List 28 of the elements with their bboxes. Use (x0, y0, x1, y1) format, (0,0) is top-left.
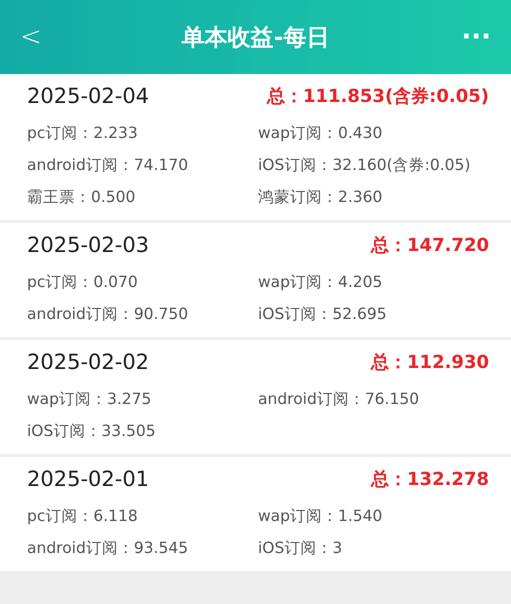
date-label: 2025-02-01 (27, 467, 150, 491)
income-item: pc订阅：2.233 (27, 123, 139, 144)
total-amount: 总：147.720 (371, 234, 489, 257)
income-item: pc订阅：0.070 (27, 272, 139, 293)
income-item: android订阅：93.545 (27, 538, 190, 559)
income-item: iOS订阅：3 (258, 538, 344, 559)
income-item: android订阅：90.750 (27, 304, 190, 325)
date-label: 2025-02-03 (27, 233, 150, 257)
date-label: 2025-02-04 (27, 84, 150, 108)
income-item: android订阅：76.150 (258, 389, 420, 410)
page-title: 单本收益-每日 (182, 24, 330, 52)
income-item: android订阅：74.170 (27, 155, 190, 176)
income-item: pc订阅：6.118 (27, 506, 139, 527)
income-item: wap订阅：0.430 (258, 123, 384, 144)
more-button[interactable]: ··· (450, 22, 491, 52)
date-label: 2025-02-02 (27, 350, 150, 374)
total-amount: 总：111.853(含券:0.05) (266, 85, 489, 108)
income-item: wap订阅：4.205 (258, 272, 384, 293)
income-item: iOS订阅：32.160(含券:0.05) (258, 155, 472, 176)
back-button[interactable]: < (20, 22, 60, 52)
income-item: iOS订阅：52.695 (258, 304, 388, 325)
income-item: 霸王票：0.500 (27, 187, 136, 208)
income-item: wap订阅：3.275 (27, 389, 152, 410)
income-item: 鸿蒙订阅：2.360 (258, 187, 384, 208)
total-amount: 总：112.930 (371, 351, 489, 374)
income-item: iOS订阅：33.505 (27, 421, 157, 442)
total-amount: 总：132.278 (371, 468, 489, 491)
income-item: wap订阅：1.540 (258, 506, 384, 527)
